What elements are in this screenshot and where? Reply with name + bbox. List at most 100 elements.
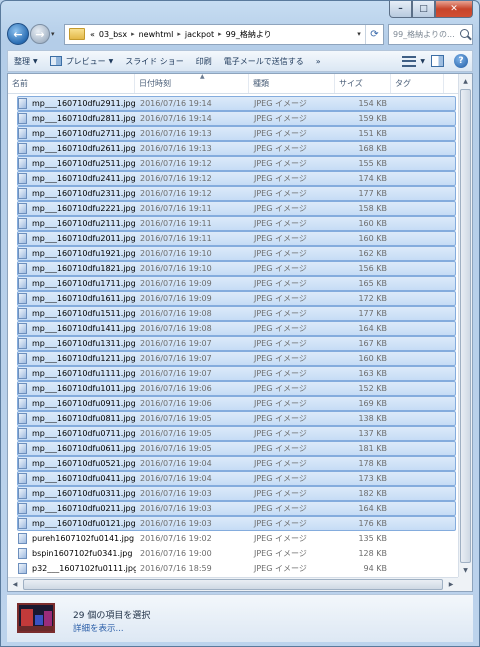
file-type: JPEG イメージ — [254, 174, 307, 183]
preview-pane-icon[interactable] — [431, 55, 444, 67]
breadcrumb-separator-icon[interactable]: ▸ — [216, 30, 224, 38]
search-box[interactable]: 99_格納よりの... — [388, 23, 473, 45]
breadcrumb-03-bsx[interactable]: 03_bsx — [97, 30, 129, 39]
file-row[interactable]: mp___160710dfu2111.jpg 2016/07/16 19:11 JP… — [17, 216, 456, 231]
breadcrumb-jackpot[interactable]: jackpot — [183, 30, 216, 39]
horizontal-scrollbar[interactable]: ◀ ▶ — [8, 577, 458, 591]
scroll-left-icon[interactable]: ◀ — [8, 578, 22, 591]
file-row[interactable]: mp___160710dfu2511.jpg 2016/07/16 19:12 JP… — [17, 156, 456, 171]
file-date: 2016/07/16 19:07 — [140, 354, 212, 363]
address-dropdown-icon[interactable]: ▾ — [353, 25, 365, 44]
forward-arrow-icon: → — [35, 27, 45, 41]
breadcrumb-newhtml[interactable]: newhtml — [137, 30, 176, 39]
file-row[interactable]: mp___160710dfu2411.jpg 2016/07/16 19:12 JP… — [17, 171, 456, 186]
refresh-icon[interactable]: ⟳ — [365, 24, 383, 44]
file-name: p32___1607102fu0111.jpg — [32, 564, 136, 573]
file-name-cell: mp___160710dfu2911.jpg — [18, 98, 136, 109]
more-commands-button[interactable]: » — [310, 57, 327, 66]
file-row[interactable]: mp___160710dfu1821.jpg 2016/07/16 19:10 JP… — [17, 261, 456, 276]
file-date: 2016/07/16 19:14 — [140, 114, 212, 123]
file-name-cell: mp___160710dfu2511.jpg — [18, 158, 136, 169]
column-header-date[interactable]: 日付時刻 — [135, 74, 249, 93]
file-row[interactable]: mp___160710dfu0211.jpg 2016/07/16 19:03 JP… — [17, 501, 456, 516]
scroll-right-icon[interactable]: ▶ — [444, 578, 458, 591]
file-type: JPEG イメージ — [254, 399, 307, 408]
file-row[interactable]: mp___160710dfu2221.jpg 2016/07/16 19:11 JP… — [17, 201, 456, 216]
search-icon[interactable] — [460, 28, 469, 38]
file-type: JPEG イメージ — [254, 129, 307, 138]
file-name-cell: mp___160710dfu2411.jpg — [18, 173, 136, 184]
file-row[interactable]: mp___160710dfu0811.jpg 2016/07/16 19:05 JP… — [17, 411, 456, 426]
breadcrumb-overflow[interactable]: « — [88, 30, 97, 39]
view-dropdown-icon[interactable]: ▼ — [420, 58, 425, 65]
help-icon[interactable]: ? — [454, 54, 468, 68]
file-row[interactable]: pureh1607102fu0141.jpg 2016/07/16 19:02 JP… — [17, 531, 456, 546]
column-header-size[interactable]: サイズ — [335, 74, 391, 93]
maximize-button[interactable]: □ — [412, 1, 435, 18]
email-button[interactable]: 電子メールで送信する — [218, 56, 310, 67]
close-button[interactable]: ✕ — [435, 1, 473, 18]
file-row[interactable]: mp___160710dfu1011.jpg 2016/07/16 19:06 JP… — [17, 381, 456, 396]
file-name-cell: mp___160710dfu1611.jpg — [18, 293, 136, 304]
back-button[interactable]: ← — [7, 23, 29, 45]
address-bar[interactable]: « 03_bsx ▸ newhtml ▸ jackpot ▸ 99_格納より ▾… — [64, 23, 384, 45]
change-view-icon[interactable] — [402, 55, 417, 67]
file-row[interactable]: mp___160710dfu2911.jpg 2016/07/16 19:14 JP… — [17, 96, 456, 111]
file-row[interactable]: mp___160710dfu1411.jpg 2016/07/16 19:08 JP… — [17, 321, 456, 336]
file-date: 2016/07/16 19:12 — [140, 189, 212, 198]
file-name-cell: mp___160710dfu2221.jpg — [18, 203, 136, 214]
recent-pages-dropdown[interactable]: ▾ — [51, 30, 60, 38]
file-name: mp___160710dfu1611.jpg — [32, 294, 136, 303]
column-header-name[interactable]: 名前 — [8, 74, 135, 93]
file-date: 2016/07/16 19:09 — [140, 279, 212, 288]
minimize-button[interactable]: – — [389, 1, 412, 18]
file-name-cell: p32___1607102fu0111.jpg — [18, 563, 136, 574]
vertical-scrollbar[interactable]: ▲ ▼ — [458, 74, 472, 577]
file-row[interactable]: mp___160710dfu0121.jpg 2016/07/16 19:03 JP… — [17, 516, 456, 531]
scroll-down-icon[interactable]: ▼ — [459, 563, 472, 577]
file-row[interactable]: mp___160710dfu0711.jpg 2016/07/16 19:05 JP… — [17, 426, 456, 441]
file-row[interactable]: mp___160710dfu0911.jpg 2016/07/16 19:06 JP… — [17, 396, 456, 411]
forward-button[interactable]: → — [30, 24, 50, 44]
horizontal-scroll-thumb[interactable] — [23, 579, 443, 590]
file-row[interactable]: mp___160710dfu0411.jpg 2016/07/16 19:04 JP… — [17, 471, 456, 486]
file-row[interactable]: mp___160710dfu1511.jpg 2016/07/16 19:08 JP… — [17, 306, 456, 321]
file-row[interactable]: mp___160710dfu1611.jpg 2016/07/16 19:09 JP… — [17, 291, 456, 306]
column-header-tag[interactable]: タグ — [391, 74, 444, 93]
file-row[interactable]: mp___160710dfu2311.jpg 2016/07/16 19:12 JP… — [17, 186, 456, 201]
preview-button[interactable]: プレビュー ▼ — [44, 56, 120, 67]
file-row[interactable]: mp___160710dfu1711.jpg 2016/07/16 19:09 JP… — [17, 276, 456, 291]
column-header-type[interactable]: 種類 — [249, 74, 335, 93]
file-row[interactable]: mp___160710dfu2811.jpg 2016/07/16 19:14 JP… — [17, 111, 456, 126]
print-button[interactable]: 印刷 — [190, 56, 218, 67]
breadcrumb-current-folder[interactable]: 99_格納より — [224, 29, 274, 40]
file-row[interactable]: mp___160710dfu1211.jpg 2016/07/16 19:07 JP… — [17, 351, 456, 366]
file-name: mp___160710dfu1411.jpg — [32, 324, 136, 333]
organize-button[interactable]: 整理 ▼ — [8, 56, 44, 67]
file-row[interactable]: bspin1607102fu0341.jpg 2016/07/16 19:00 JP… — [17, 546, 456, 561]
breadcrumb-separator-icon[interactable]: ▸ — [129, 30, 137, 38]
show-details-link[interactable]: 詳細を表示... — [73, 622, 124, 634]
file-row[interactable]: mp___160710dfu1921.jpg 2016/07/16 19:10 JP… — [17, 246, 456, 261]
vertical-scroll-thumb[interactable] — [460, 89, 471, 563]
file-row[interactable]: mp___160710dfu2711.jpg 2016/07/16 19:13 JP… — [17, 126, 456, 141]
file-row[interactable]: mp___160710dfu1111.jpg 2016/07/16 19:07 JP… — [17, 366, 456, 381]
file-date: 2016/07/16 19:11 — [140, 204, 212, 213]
file-row[interactable]: mp___160710dfu0611.jpg 2016/07/16 19:05 JP… — [17, 441, 456, 456]
jpeg-file-icon — [18, 248, 27, 259]
file-row[interactable]: mp___160710dfu2011.jpg 2016/07/16 19:11 JP… — [17, 231, 456, 246]
file-row[interactable]: mp___160710dfu2611.jpg 2016/07/16 19:13 JP… — [17, 141, 456, 156]
file-name: mp___160710dfu0611.jpg — [32, 444, 136, 453]
file-row[interactable]: mp___160710dfu1311.jpg 2016/07/16 19:07 JP… — [17, 336, 456, 351]
explorer-window: – □ ✕ ← → ▾ « 03_bsx ▸ newhtml ▸ jackpot… — [0, 0, 480, 647]
file-date: 2016/07/16 19:03 — [140, 489, 212, 498]
breadcrumb-separator-icon[interactable]: ▸ — [175, 30, 183, 38]
file-row[interactable]: mp___160710dfu0521.jpg 2016/07/16 19:04 JP… — [17, 456, 456, 471]
file-type: JPEG イメージ — [254, 339, 307, 348]
file-row[interactable]: p32___1607102fu0111.jpg 2016/07/16 18:59 J… — [17, 561, 456, 576]
file-type: JPEG イメージ — [254, 309, 307, 318]
file-row[interactable]: mp___160710dfu0311.jpg 2016/07/16 19:03 JP… — [17, 486, 456, 501]
jpeg-file-icon — [18, 278, 27, 289]
slideshow-button[interactable]: スライド ショー — [119, 56, 190, 67]
scroll-up-icon[interactable]: ▲ — [459, 74, 472, 88]
